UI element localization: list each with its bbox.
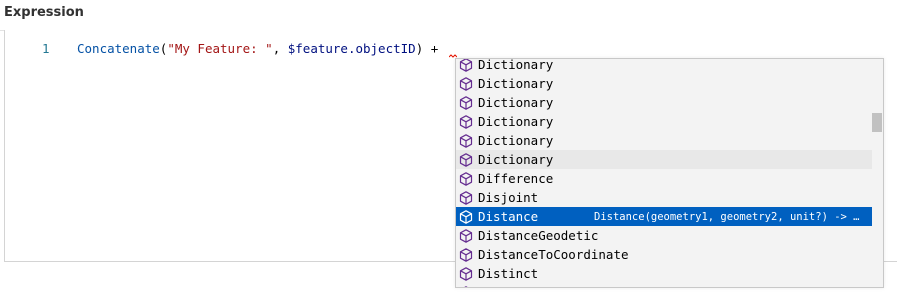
suggestion-item[interactable]: DistanceGeodetic <box>456 226 873 245</box>
token-string: "My Feature: " <box>167 41 273 56</box>
suggestion-item[interactable]: Dictionary <box>456 131 873 150</box>
cube-icon <box>459 247 473 262</box>
suggestion-item[interactable]: Difference <box>456 169 873 188</box>
suggestion-widget[interactable]: Dictionary Dictionary Dictionary Dictionary… <box>455 58 884 288</box>
suggestion-item[interactable]: DistanceToCoordinate <box>456 245 873 264</box>
suggestion-item[interactable]: Dictionary <box>456 93 873 112</box>
suggestion-label: Dictionary <box>478 95 554 110</box>
code-line[interactable]: Concatenate("My Feature: ", $feature.obj… <box>77 40 438 58</box>
suggestion-label: Dictionary <box>478 76 554 91</box>
suggestion-label: Dictionary <box>478 133 554 148</box>
scrollbar-track[interactable] <box>872 59 883 287</box>
cube-icon <box>459 59 473 72</box>
token-separator: , <box>272 41 288 56</box>
scrollbar-thumb[interactable] <box>872 113 882 132</box>
cube-icon <box>459 209 473 224</box>
token-function: Concatenate <box>77 41 160 56</box>
suggestion-label: DistanceGeodetic <box>478 228 599 243</box>
cube-icon <box>459 266 473 281</box>
suggestion-item[interactable]: Distance Distance(geometry1, geometry2, u… <box>456 207 873 226</box>
cube-icon <box>459 133 473 148</box>
expression-label: Expression <box>4 5 84 20</box>
cube-icon <box>459 228 473 243</box>
cube-icon <box>459 114 473 129</box>
suggestion-item[interactable]: Dictionary <box>456 74 873 93</box>
suggestion-item[interactable]: Dictionary <box>456 112 873 131</box>
suggestion-label: Dictionary <box>478 152 554 167</box>
suggestion-item[interactable]: Dictionary <box>456 58 873 74</box>
cube-icon <box>459 95 473 110</box>
suggestion-list[interactable]: Dictionary Dictionary Dictionary Dictionary… <box>456 59 873 287</box>
cube-icon <box>459 171 473 186</box>
suggestion-label: Dictionary <box>478 114 554 129</box>
suggestion-label: Disjoint <box>478 190 539 205</box>
suggestion-label: Difference <box>478 171 554 186</box>
cube-icon <box>459 76 473 91</box>
line-number: 1 <box>42 41 50 56</box>
suggestion-item[interactable]: Disjoint <box>456 188 873 207</box>
suggestion-detail: Distance(geometry1, geometry2, unit?) ->… <box>594 210 860 223</box>
token-close: ) + <box>415 41 439 56</box>
suggestion-item[interactable]: Distinct <box>456 264 873 283</box>
suggestion-label: Distinct <box>478 285 538 287</box>
suggestion-label: Distinct <box>478 266 539 281</box>
suggestion-label: Dictionary <box>478 58 554 72</box>
cube-icon <box>459 190 473 205</box>
cube-icon <box>459 152 473 167</box>
suggestion-label: DistanceToCoordinate <box>478 247 629 262</box>
cube-icon <box>463 285 469 287</box>
suggestion-item[interactable]: Dictionary <box>456 150 873 169</box>
suggestion-label: Distance <box>478 209 539 224</box>
token-variable: $feature.objectID <box>287 41 416 56</box>
suggestion-item[interactable]: Distinct <box>456 283 873 287</box>
